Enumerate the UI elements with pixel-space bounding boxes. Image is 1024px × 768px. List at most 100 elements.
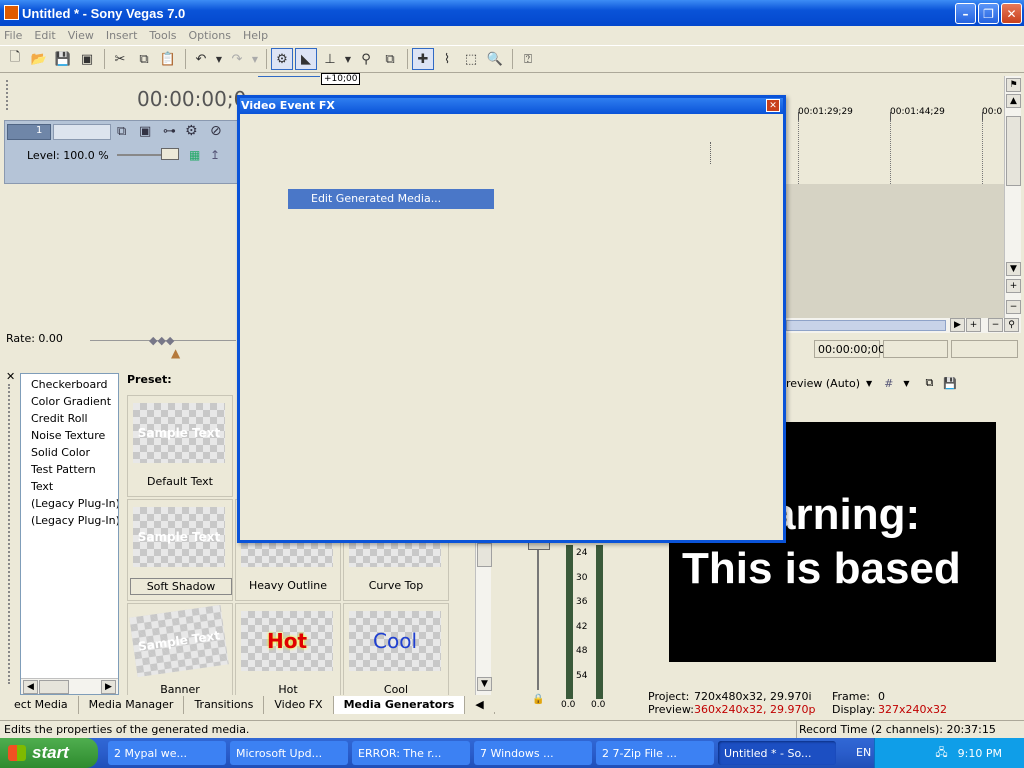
timeline-ruler[interactable]: 00:01:29;29 00:01:44;29 00:0 xyxy=(786,100,1004,120)
taskbar-item[interactable]: 2 7-Zip File ... xyxy=(596,741,714,765)
video-track-lane[interactable] xyxy=(786,120,1004,318)
timeline-vertical-scrollbar[interactable]: ⚑ ▲ ▼ + − xyxy=(1004,76,1021,318)
lock-icon[interactable]: 🔒 xyxy=(532,694,544,705)
master-fader-track[interactable] xyxy=(537,540,539,690)
taskbar-item[interactable]: 7 Windows ... xyxy=(474,741,592,765)
ignore-grouping-icon[interactable]: ⧉ xyxy=(379,48,401,70)
track-name-field[interactable] xyxy=(53,124,111,140)
copy-snapshot-icon[interactable]: ⧉ xyxy=(926,376,934,390)
scroll-down-icon[interactable]: ▼ xyxy=(477,677,492,691)
list-horizontal-scrollbar[interactable]: ◀ ▶ xyxy=(21,678,118,694)
preset-scroll-thumb[interactable] xyxy=(477,543,492,567)
language-indicator[interactable]: EN xyxy=(856,746,871,759)
preset-soft-shadow[interactable]: Sample Text Soft Shadow xyxy=(127,499,233,601)
scroll-right-icon[interactable]: ▶ xyxy=(950,318,965,332)
zoom-in-h-icon[interactable]: + xyxy=(966,318,981,332)
composite-icon[interactable]: ▦ xyxy=(189,148,200,162)
parent-icon[interactable]: ↥ xyxy=(210,148,220,162)
maximize-button[interactable]: ❐ xyxy=(978,3,999,24)
list-item[interactable]: Credit Roll xyxy=(21,412,118,429)
taskbar-item-active[interactable]: Untitled * - So... xyxy=(718,741,836,765)
list-item[interactable]: Checkerboard xyxy=(21,378,118,395)
new-icon[interactable]: 🗋 xyxy=(4,48,26,70)
selection-tool-icon[interactable]: ⬚ xyxy=(460,48,482,70)
menu-file[interactable]: File xyxy=(4,29,22,42)
mute-icon[interactable]: ⊘ xyxy=(210,123,222,139)
undo-dropdown-icon[interactable]: ▼ xyxy=(214,48,224,70)
menu-tools[interactable]: Tools xyxy=(149,29,176,42)
list-item[interactable]: (Legacy Plug-In) V xyxy=(21,514,118,531)
edit-generated-media-button[interactable]: Edit Generated Media... xyxy=(288,189,494,209)
taskbar-item[interactable]: 2 Mypal we... xyxy=(108,741,226,765)
save-snapshot-icon[interactable]: 💾 xyxy=(943,377,957,390)
cut-icon[interactable]: ✂ xyxy=(109,48,131,70)
selection-start-field[interactable] xyxy=(883,340,948,358)
menu-options[interactable]: Options xyxy=(189,29,231,42)
list-item[interactable]: Solid Color xyxy=(21,446,118,463)
track-fx-icon[interactable]: ▣ xyxy=(139,124,151,139)
panel-grip[interactable] xyxy=(8,384,12,684)
close-button[interactable]: ✕ xyxy=(1001,3,1022,24)
scroll-right-icon[interactable]: ▶ xyxy=(101,680,116,694)
list-item[interactable]: Color Gradient xyxy=(21,395,118,412)
chevron-down-icon[interactable]: ▼ xyxy=(903,379,909,388)
list-item[interactable]: Noise Texture xyxy=(21,429,118,446)
zoom-out-icon[interactable]: − xyxy=(1006,300,1021,314)
redo-icon[interactable]: ↷ xyxy=(226,48,248,70)
zoom-tool-h-icon[interactable]: ⚲ xyxy=(1004,318,1019,332)
scroll-up-icon[interactable]: ▲ xyxy=(1006,94,1021,108)
preset-hot[interactable]: Hot Hot xyxy=(235,603,341,695)
gear-icon[interactable]: ⚙ xyxy=(185,123,198,139)
scroll-down-icon[interactable]: ▼ xyxy=(1006,262,1021,276)
snapping-dropdown-icon[interactable]: ▼ xyxy=(343,48,353,70)
dialog-close-icon[interactable]: ✕ xyxy=(766,99,780,112)
list-item[interactable]: Text xyxy=(21,480,118,497)
menu-view[interactable]: View xyxy=(68,29,94,42)
auto-ripple-icon[interactable]: ⚙ xyxy=(271,48,293,70)
tab-scroll-icon[interactable]: ◀ xyxy=(465,696,495,714)
list-scroll-thumb[interactable] xyxy=(39,680,69,694)
preview-quality-dropdown[interactable]: review (Auto) xyxy=(786,377,860,390)
auto-crossfade-icon[interactable]: ◣ xyxy=(295,48,317,70)
tab-explorer[interactable]: ect Media xyxy=(4,696,79,714)
redo-dropdown-icon[interactable]: ▼ xyxy=(250,48,260,70)
hscroll-thumb[interactable] xyxy=(786,320,946,331)
zoom-out-h-icon[interactable]: − xyxy=(988,318,1003,332)
grip-handle[interactable] xyxy=(6,80,11,110)
preset-default-text[interactable]: Sample Text Default Text xyxy=(127,395,233,497)
taskbar-item[interactable]: Microsoft Upd... xyxy=(230,741,348,765)
snapping-icon[interactable]: ⊥ xyxy=(319,48,341,70)
save-icon[interactable]: 💾 xyxy=(52,48,74,70)
tab-media-manager[interactable]: Media Manager xyxy=(79,696,185,714)
normal-edit-tool-icon[interactable]: ✚ xyxy=(412,48,434,70)
paste-icon[interactable]: 📋 xyxy=(157,48,179,70)
zoom-tool-icon[interactable]: 🔍 xyxy=(484,48,506,70)
menu-insert[interactable]: Insert xyxy=(106,29,138,42)
lock-envelopes-icon[interactable]: ⚲ xyxy=(355,48,377,70)
level-slider-thumb[interactable] xyxy=(161,148,179,160)
tab-transitions[interactable]: Transitions xyxy=(184,696,265,714)
preset-banner[interactable]: Sample Text Banner xyxy=(127,603,233,695)
minimize-button[interactable]: – xyxy=(955,3,976,24)
envelope-tool-icon[interactable]: ⌇ xyxy=(436,48,458,70)
menu-edit[interactable]: Edit xyxy=(34,29,55,42)
open-icon[interactable]: 📂 xyxy=(28,48,50,70)
selection-length-field[interactable] xyxy=(951,340,1018,358)
tab-video-fx[interactable]: Video FX xyxy=(264,696,334,714)
properties-icon[interactable]: ▣ xyxy=(76,48,98,70)
menu-help[interactable]: Help xyxy=(243,29,268,42)
list-item[interactable]: Test Pattern xyxy=(21,463,118,480)
whats-this-icon[interactable]: ⍰ xyxy=(517,48,539,70)
track-motion-icon[interactable]: ⧉ xyxy=(117,124,126,139)
panel-close-icon[interactable]: ✕ xyxy=(6,370,15,383)
scroll-left-icon[interactable]: ◀ xyxy=(23,680,38,694)
list-item[interactable]: (Legacy Plug-In) T xyxy=(21,497,118,514)
overlays-icon[interactable]: # xyxy=(884,377,893,390)
copy-icon[interactable]: ⧉ xyxy=(133,48,155,70)
zoom-in-icon[interactable]: + xyxy=(1006,279,1021,293)
start-button[interactable]: start xyxy=(0,738,98,768)
undo-icon[interactable]: ↶ xyxy=(190,48,212,70)
taskbar-item[interactable]: ERROR: The r... xyxy=(352,741,470,765)
marker-flag-icon[interactable]: ⚑ xyxy=(1006,78,1021,92)
compositing-icon[interactable]: ⊶ xyxy=(163,124,176,139)
